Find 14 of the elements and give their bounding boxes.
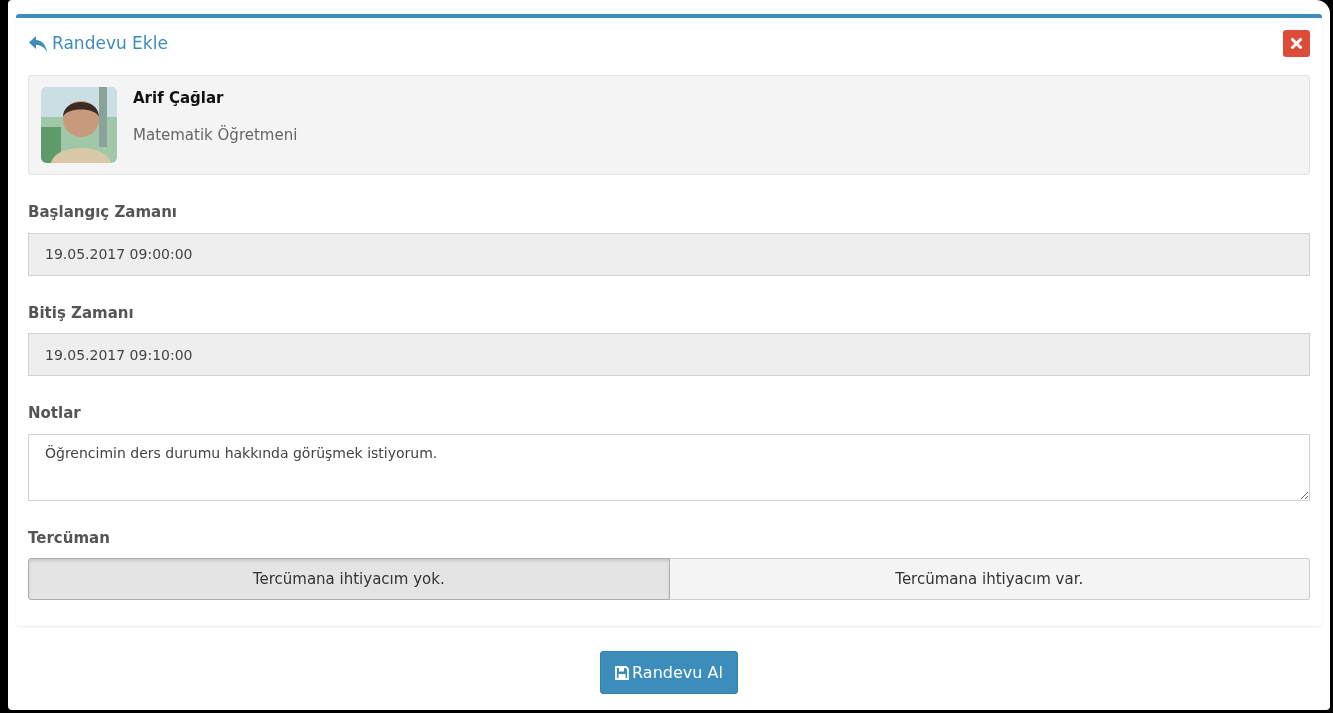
back-link[interactable]: Randevu Ekle <box>28 30 168 57</box>
toggle-option[interactable]: Tercümana ihtiyacım yok. <box>28 558 670 600</box>
field-label: Başlangıç Zamanı <box>28 202 178 223</box>
reply-arrow-icon <box>28 34 48 53</box>
teacher-role: Matematik Öğretmeni <box>133 124 298 146</box>
close-icon <box>1291 38 1302 49</box>
submit-button[interactable]: Randevu Al <box>600 651 738 694</box>
close-button[interactable] <box>1283 30 1310 57</box>
field-label: Notlar <box>28 403 82 424</box>
toggle-option[interactable]: Tercümana ihtiyacım var. <box>669 558 1310 600</box>
teacher-name: Arif Çağlar <box>133 88 225 109</box>
field-label: Tercüman <box>28 527 111 549</box>
field-label: Bitiş Zamanı <box>28 302 135 324</box>
notes-field[interactable]: Öğrencimin ders durumu hakkında görüşmek istiyorum. <box>28 433 1310 501</box>
